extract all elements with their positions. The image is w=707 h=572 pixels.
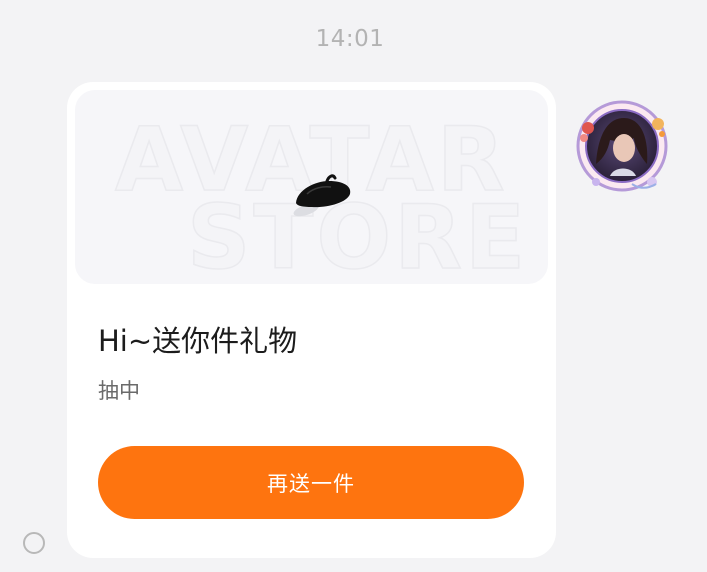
gift-subtitle: 抽中	[98, 379, 140, 403]
chat-view: 14:01 AVATAR STORE Hi~送你件礼物 抽中 再送一件	[0, 0, 707, 572]
gift-banner: AVATAR STORE	[75, 90, 548, 284]
unread-status-ring-icon	[23, 532, 45, 554]
sender-avatar[interactable]	[574, 98, 672, 196]
send-another-label: 再送一件	[267, 471, 355, 496]
message-timestamp: 14:01	[315, 26, 385, 52]
user-avatar-icon	[576, 100, 668, 192]
banner-watermark-store: STORE	[186, 186, 529, 284]
gift-title: Hi~送你件礼物	[98, 324, 298, 358]
beret-hat-icon	[293, 174, 351, 217]
send-another-button[interactable]: 再送一件	[98, 446, 524, 519]
gift-message-card[interactable]: AVATAR STORE Hi~送你件礼物 抽中 再送一件	[67, 82, 556, 558]
